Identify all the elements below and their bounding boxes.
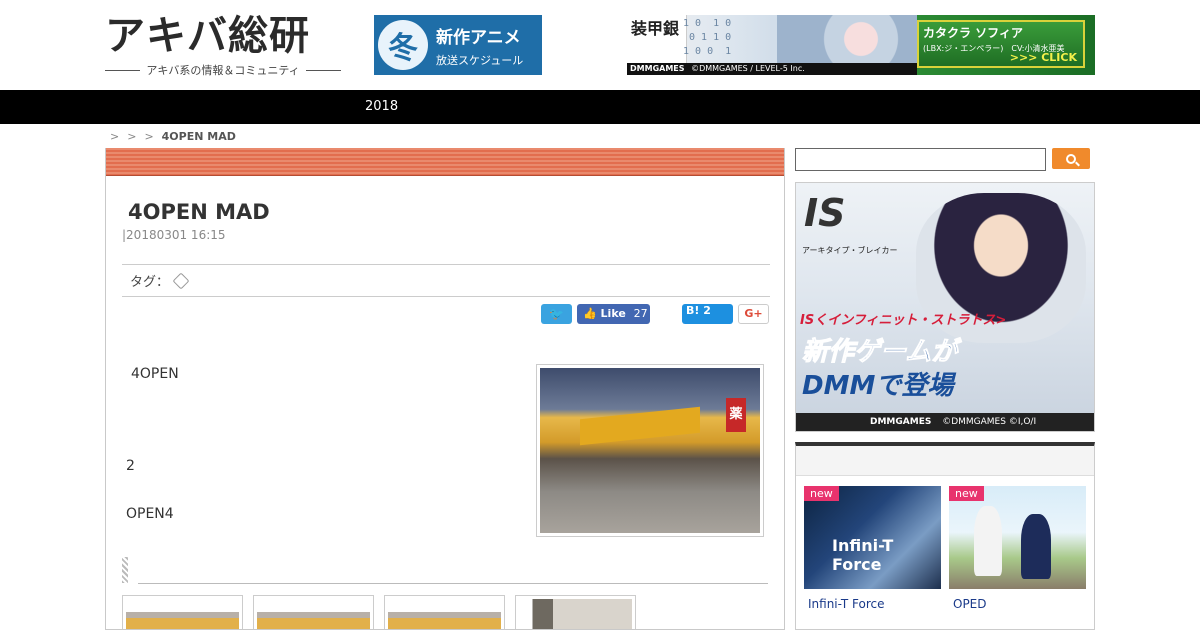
hatena-count: 2: [703, 304, 711, 317]
tag-row: タグ：: [122, 264, 770, 297]
anime-card-link[interactable]: OPED: [949, 597, 1086, 611]
divider: [305, 69, 341, 71]
site-logo[interactable]: アキバ総研 アキバ系の情報＆コミュニティ: [105, 12, 345, 78]
google-plus-button[interactable]: G+: [738, 304, 769, 324]
article-paragraph: OPEN4: [126, 506, 174, 522]
photo-gallery: [122, 595, 636, 629]
logo-tagline: アキバ系の情報＆コミュニティ: [105, 62, 341, 78]
gallery-thumbnail[interactable]: [515, 595, 636, 629]
gallery-thumbnail[interactable]: [253, 595, 374, 629]
storefront-image: 薬: [540, 368, 760, 533]
ad-copyright: ©DMMGAMES / LEVEL-5 Inc.: [691, 64, 805, 73]
ad-decoration: 1 0 1 0 0 1 1 01 0 0 1: [683, 18, 732, 57]
pharmacy-sign: 薬: [726, 398, 746, 432]
site-header: アキバ総研 アキバ系の情報＆コミュニティ 冬 新作アニメ 放送スケジュール 装甲…: [0, 0, 1200, 90]
search-icon: [1066, 153, 1076, 164]
thumbnail-title: Infini-T Force: [832, 536, 894, 574]
new-badge: new: [804, 486, 839, 501]
tag-icon[interactable]: [172, 272, 190, 289]
gallery-thumbnail[interactable]: [384, 595, 505, 629]
winter-kanji-icon: 冬: [378, 20, 428, 70]
twitter-icon: 🐦: [549, 307, 564, 321]
search-button[interactable]: [1052, 148, 1090, 169]
thumbnail-image: [519, 599, 632, 629]
ad-footer: DMMGAMES ©DMMGAMES / LEVEL-5 Inc.: [627, 63, 917, 75]
anime-thumbnail: new Infini-T Force: [804, 486, 941, 589]
anime-card-link[interactable]: Infini-T Force: [804, 597, 941, 611]
banner-text: 新作アニメ 放送スケジュール: [436, 23, 523, 68]
section-divider-mark: [122, 557, 128, 583]
article-paragraph: 4OPEN: [131, 366, 179, 382]
character-figure: [974, 506, 1002, 576]
hatena-icon: B!: [686, 304, 700, 317]
anime-card[interactable]: new Infini-T Force Infini-T Force: [804, 486, 941, 611]
ad-cta-box: カタクラ ソフィア (LBX:ジ・エンペラー) CV:小清水亜美 >>> CLI…: [917, 20, 1085, 68]
ad-copyright: ©DMMGAMES ©I,O/I: [942, 417, 1037, 427]
breadcrumb: > > > 4OPEN MAD: [110, 130, 236, 143]
gallery-thumbnail[interactable]: [122, 595, 243, 629]
banner-title: 新作アニメ: [436, 27, 521, 48]
breadcrumb-current: 4OPEN MAD: [161, 130, 236, 143]
awning-shape: [580, 406, 700, 446]
ad-headline-2: DMMで登場: [802, 371, 954, 401]
article-header-bar: [106, 148, 784, 176]
divider: [105, 69, 141, 71]
fb-like-label: Like: [600, 307, 626, 320]
ad-brand: DMMGAMES: [870, 417, 932, 427]
logo-main-text: アキバ総研: [105, 13, 310, 59]
hatena-bookmark-button[interactable]: B! 2: [682, 304, 733, 324]
new-badge: new: [949, 486, 984, 501]
anime-card[interactable]: new OPED: [949, 486, 1086, 611]
nav-item-2018[interactable]: 2018: [365, 90, 398, 124]
logo-tagline-text: アキバ系の情報＆コミュニティ: [146, 64, 300, 77]
fb-like-count: 27: [633, 307, 648, 320]
article-date: |20180301 16:15: [122, 228, 226, 242]
anime-thumbnail: new: [949, 486, 1086, 589]
breadcrumb-separator: >: [127, 130, 137, 143]
main-nav: 2018: [0, 90, 1200, 124]
thumbnail-image: [257, 599, 370, 629]
thumbnail-image: [388, 599, 501, 629]
thumbs-up-icon: 👍: [583, 307, 597, 320]
ad-headline-1: 新作ゲームが: [801, 337, 958, 368]
ad-footer: DMMGAMES ©DMMGAMES ©I,O/I: [796, 413, 1094, 431]
article-paragraph: 2: [126, 458, 135, 474]
thumbnail-image: [126, 599, 239, 629]
article-title: 4OPEN MAD: [128, 200, 270, 224]
section-divider: [138, 583, 768, 584]
ad-logo: 装甲銀: [627, 15, 687, 63]
ad-click-label: >>> CLICK: [1009, 51, 1077, 64]
character-figure: [1021, 514, 1051, 579]
twitter-share-button[interactable]: 🐦: [541, 304, 572, 324]
tag-label: タグ：: [130, 275, 170, 290]
facebook-like-button[interactable]: 👍 Like 27: [577, 304, 650, 324]
new-anime-widget: new Infini-T Force Infini-T Force new OP…: [795, 442, 1095, 630]
widget-title: [796, 446, 1094, 476]
game-ad-banner[interactable]: 装甲銀 1 0 1 0 0 1 1 01 0 0 1 カタクラ ソフィア (LB…: [627, 15, 1095, 75]
banner-subtitle: 放送スケジュール: [436, 53, 524, 67]
anime-schedule-banner[interactable]: 冬 新作アニメ 放送スケジュール: [374, 15, 542, 75]
sidebar-game-ad[interactable]: IS アーキタイプ・ブレイカー ISくインフィニット・ストラトス> 新作ゲームが…: [795, 182, 1095, 432]
breadcrumb-separator: >: [144, 130, 154, 143]
search-input[interactable]: [795, 148, 1046, 171]
breadcrumb-separator: >: [110, 130, 120, 143]
ad-series-title: ISくインフィニット・ストラトス>: [800, 313, 1007, 328]
article: 4OPEN MAD |20180301 16:15 タグ： 🐦 👍 Like 2…: [105, 148, 785, 630]
ad-brand: DMMGAMES: [630, 64, 685, 73]
article-photo[interactable]: 薬: [536, 364, 764, 537]
ad-title: カタクラ ソフィア: [923, 26, 1023, 40]
ad-game-logo: IS: [804, 191, 846, 235]
ad-game-subtitle: アーキタイプ・ブレイカー: [802, 246, 898, 255]
